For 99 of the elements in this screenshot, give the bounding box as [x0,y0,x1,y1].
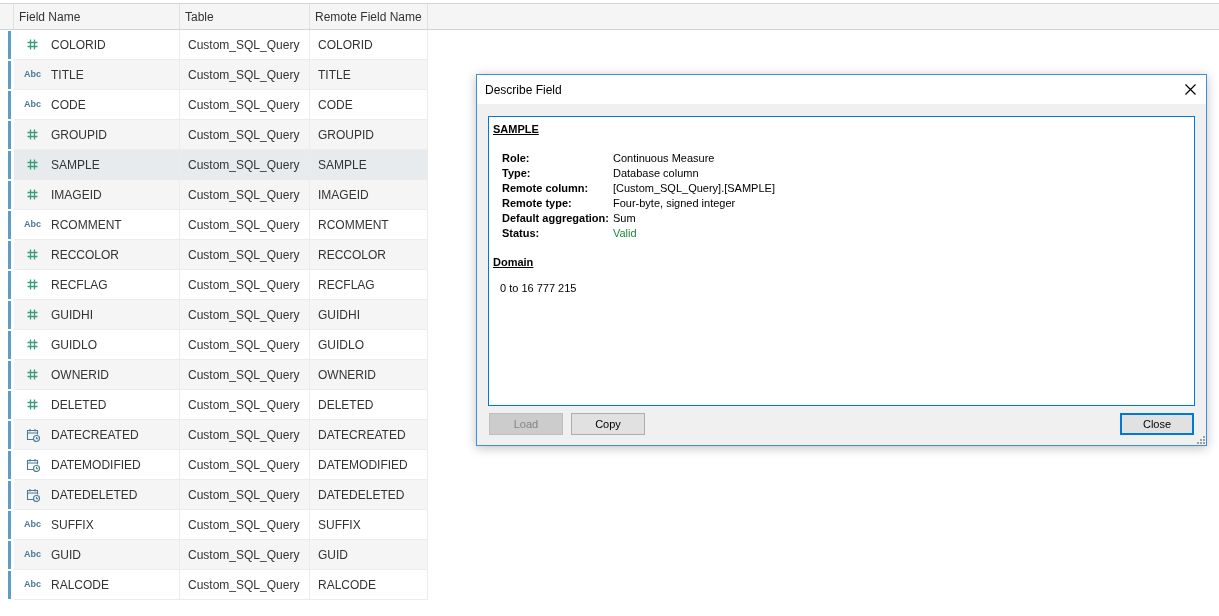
hash-icon [27,189,38,200]
remote-field-name: DATEMODIFIED [318,456,408,474]
field-heading: SAMPLE [493,122,539,137]
hash-icon [27,279,38,290]
field-name: RECCOLOR [51,246,119,264]
table-name: Custom_SQL_Query [188,486,300,504]
domain-heading: Domain [493,254,534,270]
field-name: COLORID [51,36,106,54]
hash-icon [27,339,38,350]
table-name: Custom_SQL_Query [188,456,300,474]
status-value: Valid [612,225,637,241]
field-name: IMAGEID [51,186,102,204]
property-label: Remote type: [502,195,573,211]
table-name: Custom_SQL_Query [188,276,300,294]
property-label: Type: [502,165,532,181]
field-name: CODE [51,96,86,114]
remote-field-name: GUID [318,546,348,564]
field-name: DELETED [51,396,107,414]
property-value: Database column [612,165,699,181]
remote-field-name: OWNERID [318,366,376,384]
field-name: GUIDLO [51,336,97,354]
field-name: DATEMODIFIED [51,456,141,474]
table-name: Custom_SQL_Query [188,336,300,354]
remote-field-name: DATEDELETED [318,486,405,504]
table-name: Custom_SQL_Query [188,66,300,84]
field-name: SAMPLE [51,156,100,174]
hash-icon [27,39,38,50]
property-value: Four-byte, signed integer [612,195,736,211]
hash-icon [27,159,38,170]
field-name: TITLE [51,66,84,84]
table-name: Custom_SQL_Query [188,396,300,414]
calendar-clock-icon [25,427,40,442]
field-name: SUFFIX [51,516,94,534]
table-name: Custom_SQL_Query [188,36,300,54]
field-name: GUID [51,546,81,564]
dialog-title: Describe Field [485,81,562,99]
table-name: Custom_SQL_Query [188,306,300,324]
remote-field-name: RCOMMENT [318,216,389,234]
field-name: RCOMMENT [51,216,122,234]
field-name: DATECREATED [51,426,139,444]
hash-icon [27,369,38,380]
remote-field-name: DELETED [318,396,374,414]
property-value: Continuous Measure [612,150,715,166]
table-name: Custom_SQL_Query [188,576,300,594]
remote-field-name: TITLE [318,66,351,84]
string-type-label: Abc [24,100,41,109]
table-name: Custom_SQL_Query [188,546,300,564]
remote-field-name: SAMPLE [318,156,367,174]
hash-icon [27,129,38,140]
field-name: GROUPID [51,126,107,144]
remote-field-name: RECCOLOR [318,246,386,264]
property-label: Default aggregation: [502,210,609,226]
table-name: Custom_SQL_Query [188,246,300,264]
remote-field-name: IMAGEID [318,186,369,204]
remote-field-name: GROUPID [318,126,374,144]
resize-grip-icon[interactable] [1197,436,1205,444]
property-label: Remote column: [502,180,590,196]
domain-range: 0 to 16 777 215 [499,281,577,296]
column-header[interactable]: Table [180,4,310,29]
remote-field-name: DATECREATED [318,426,406,444]
hash-icon [27,399,38,410]
field-name: DATEDELETED [51,486,138,504]
remote-field-name: GUIDHI [318,306,360,324]
table-name: Custom_SQL_Query [188,366,300,384]
property-value: Sum [612,210,636,226]
table-name: Custom_SQL_Query [188,96,300,114]
hash-icon [27,309,38,320]
property-value: [Custom_SQL_Query].[SAMPLE] [612,180,775,196]
remote-field-name: RECFLAG [318,276,375,294]
remote-field-name: CODE [318,96,353,114]
table-name: Custom_SQL_Query [188,156,300,174]
property-label: Role: [502,150,531,166]
table-name: Custom_SQL_Query [188,516,300,534]
string-type-label: Abc [24,580,41,589]
string-type-label: Abc [24,70,41,79]
field-name: RECFLAG [51,276,108,294]
column-header[interactable]: Field Name [14,4,180,29]
remote-field-name: COLORID [318,36,373,54]
field-name: RALCODE [51,576,109,594]
remote-field-name: SUFFIX [318,516,361,534]
field-name: GUIDHI [51,306,93,324]
string-type-label: Abc [24,520,41,529]
dialog-button[interactable]: Close [1120,413,1194,435]
dialog-button[interactable]: Copy [571,413,645,435]
table-name: Custom_SQL_Query [188,186,300,204]
string-type-label: Abc [24,550,41,559]
table-name: Custom_SQL_Query [188,426,300,444]
string-type-label: Abc [24,220,41,229]
hash-icon [27,249,38,260]
table-name: Custom_SQL_Query [188,216,300,234]
calendar-clock-icon [25,487,40,502]
calendar-clock-icon [25,457,40,472]
remote-field-name: GUIDLO [318,336,364,354]
property-label: Status: [502,225,541,241]
close-icon[interactable] [1185,84,1196,95]
column-header[interactable]: Remote Field Name [310,4,428,29]
table-name: Custom_SQL_Query [188,126,300,144]
remote-field-name: RALCODE [318,576,376,594]
field-name: OWNERID [51,366,109,384]
